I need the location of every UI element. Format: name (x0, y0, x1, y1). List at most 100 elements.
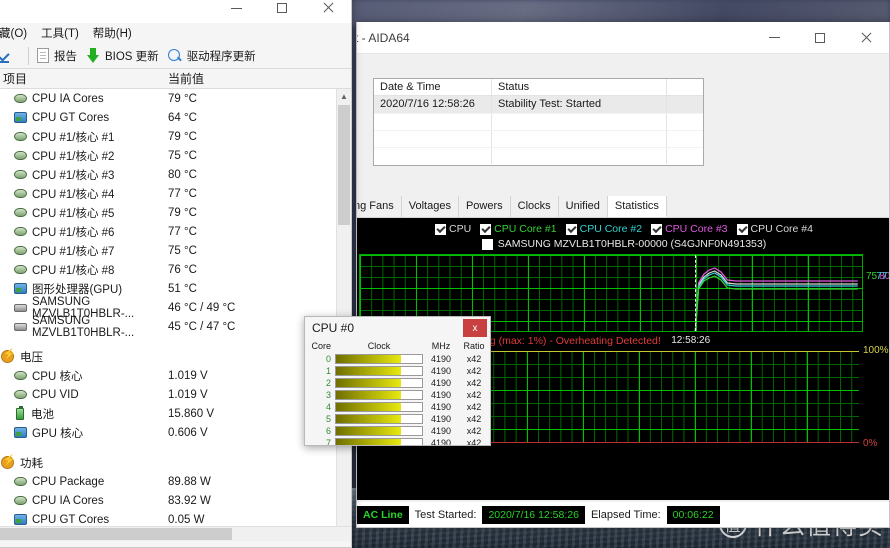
legend-item-cpu[interactable]: CPU (435, 223, 471, 235)
header-clock: Clock (367, 341, 391, 351)
header-mhz: MHz (431, 341, 451, 351)
checkbox-core1-icon[interactable] (480, 223, 492, 235)
list-item[interactable]: GPU 核心 0.606 V (0, 423, 351, 442)
horizontal-scrollbar[interactable] (0, 526, 351, 541)
list-item[interactable]: CPU #1/核心 #8 76 °C (0, 260, 351, 279)
checkbox-cpu-icon[interactable] (435, 223, 446, 235)
sensor-value: 79 °C (168, 130, 197, 143)
maximize-button[interactable] (797, 22, 843, 53)
legend-item-core4[interactable]: CPU Core #4 (736, 223, 813, 235)
sensor-value: 75 °C (168, 244, 197, 257)
legend-item-core3[interactable]: CPU Core #3 (651, 223, 728, 235)
list-item[interactable]: CPU #1/核心 #1 79 °C (0, 127, 351, 146)
checkbox-core4-icon[interactable] (736, 223, 748, 235)
cpu-icon (14, 496, 27, 505)
hwinfo-maximize-button[interactable] (259, 0, 305, 24)
log-table-row[interactable]: 2020/7/16 12:58:26 Stability Test: Start… (374, 96, 703, 113)
core-mhz: 4190 (430, 438, 452, 446)
cpu-popup-title-bar[interactable]: CPU #0 x (305, 317, 490, 339)
list-item[interactable]: CPU IA Cores 79 °C (0, 89, 351, 108)
list-item[interactable]: 电池 15.860 V (0, 404, 351, 423)
tab-statistics[interactable]: Statistics (607, 196, 667, 217)
cpu-popup-close-button[interactable]: x (463, 319, 487, 337)
list-item[interactable]: SAMSUNG MZVLB1T0HBLR-... 45 °C / 47 °C (0, 315, 351, 339)
sensor-value: 79 °C (168, 92, 197, 105)
minimize-button[interactable] (751, 22, 797, 53)
checkbox-core2-icon[interactable] (565, 223, 577, 235)
hwinfo-close-button[interactable] (305, 0, 351, 24)
tab-voltages[interactable]: Voltages (401, 196, 459, 217)
sensor-name: CPU #1/核心 #7 (32, 245, 115, 258)
list-item[interactable]: CPU #1/核心 #6 77 °C (0, 222, 351, 241)
log-table-header: Date & Time Status (374, 79, 703, 96)
aida64-title-bar[interactable]: st - AIDA64 (357, 22, 889, 54)
log-row-datetime: 2020/7/16 12:58:26 (374, 96, 492, 113)
core-ratio: x42 (466, 354, 482, 364)
core-row: 7 4190 x42 (305, 437, 490, 446)
toolbar-report-button[interactable]: 报告 (37, 48, 86, 64)
menu-item-tools[interactable]: 工具(T) (41, 25, 79, 41)
tab-unified[interactable]: Unified (558, 196, 608, 217)
list-item[interactable]: CPU GT Cores 64 °C (0, 108, 351, 127)
cpu-popup-title: CPU #0 (312, 321, 355, 335)
list-item[interactable]: CPU #1/核心 #2 75 °C (0, 146, 351, 165)
hwinfo-column-header: 项目 当前值 (0, 69, 351, 89)
core-index: 5 (325, 414, 331, 424)
maximize-icon (815, 32, 825, 43)
hwinfo-title-bar[interactable] (0, 0, 351, 23)
status-strip: AC Line Test Started: 2020/7/16 12:58:26… (357, 502, 889, 527)
tab-powers[interactable]: Powers (458, 196, 511, 217)
tab-fans[interactable]: ng Fans (357, 196, 402, 217)
legend-item-core2[interactable]: CPU Core #2 (565, 223, 642, 235)
list-item[interactable]: CPU #1/核心 #4 77 °C (0, 184, 351, 203)
core-clock-bar (335, 402, 423, 412)
tab-clocks[interactable]: Clocks (510, 196, 559, 217)
sensor-value: 0.05 W (168, 513, 205, 526)
sensor-value: 79 °C (168, 206, 197, 219)
menu-item-favorites[interactable]: 藏(O) (0, 25, 27, 41)
list-item[interactable]: CPU #1/核心 #7 75 °C (0, 241, 351, 260)
sensor-list[interactable]: CPU IA Cores 79 °C CPU GT Cores 64 °C CPU … (0, 89, 351, 541)
test-started-value: 2020/7/16 12:58:26 (482, 506, 585, 524)
core-index: 0 (325, 354, 331, 364)
core-ratio: x42 (466, 390, 482, 400)
list-item[interactable]: CPU IA Cores 83.92 W (0, 491, 351, 510)
vertical-scrollbar[interactable]: ▲ ▼ (336, 89, 351, 541)
checkbox-core3-icon[interactable] (651, 223, 663, 235)
cpu-icon (14, 265, 27, 274)
toolbar-bios-update-button[interactable]: BIOS 更新 (86, 48, 168, 64)
scroll-up-icon[interactable]: ▲ (337, 89, 351, 104)
legend-item-core1[interactable]: CPU Core #1 (480, 223, 557, 235)
core-mhz: 4190 (430, 426, 452, 436)
section-header-powers[interactable]: 功耗 (0, 453, 351, 472)
list-item[interactable]: CPU 核心 1.019 V (0, 366, 351, 385)
list-item[interactable]: CPU #1/核心 #5 79 °C (0, 203, 351, 222)
sensor-name: CPU #1/核心 #4 (32, 188, 115, 201)
plot-time-label: 12:58:26 (671, 335, 711, 346)
toolbar-driver-update-button[interactable]: 驱动程序更新 (167, 48, 265, 64)
throttle-label-100: 100% (863, 345, 889, 356)
gpu-icon (14, 283, 27, 294)
test-started-label: Test Started: (414, 509, 477, 521)
disk-legend-row[interactable]: SAMSUNG MZVLB1T0HBLR-00000 (S4GJNF0N4913… (357, 236, 889, 252)
scrollbar-thumb[interactable] (338, 105, 350, 225)
close-button[interactable] (843, 22, 889, 53)
list-item[interactable]: CPU #1/核心 #3 80 °C (0, 165, 351, 184)
hscrollbar-thumb[interactable] (0, 528, 232, 540)
hwinfo-minimize-button[interactable] (213, 0, 259, 24)
core-ratio: x42 (466, 402, 482, 412)
core-mhz: 4190 (430, 378, 452, 388)
sensor-name: CPU #1/核心 #8 (32, 264, 115, 277)
sensor-name: CPU Package (32, 475, 105, 488)
menu-item-help[interactable]: 帮助(H) (93, 25, 132, 41)
core-clock-bar (335, 438, 423, 445)
toolbar-bios-label: BIOS 更新 (105, 50, 159, 63)
list-item[interactable]: CPU VID 1.019 V (0, 385, 351, 404)
stability-log-table[interactable]: Date & Time Status 2020/7/16 12:58:26 St… (373, 78, 704, 166)
plot-value-77: 77 (876, 271, 888, 282)
section-header-voltages[interactable]: 电压 (0, 347, 351, 366)
throttle-label-0: 0% (863, 438, 878, 449)
list-item[interactable]: CPU Package 89.88 W (0, 472, 351, 491)
toolbar-check-button[interactable] (0, 49, 20, 63)
checkbox-disk-icon[interactable] (481, 238, 493, 250)
